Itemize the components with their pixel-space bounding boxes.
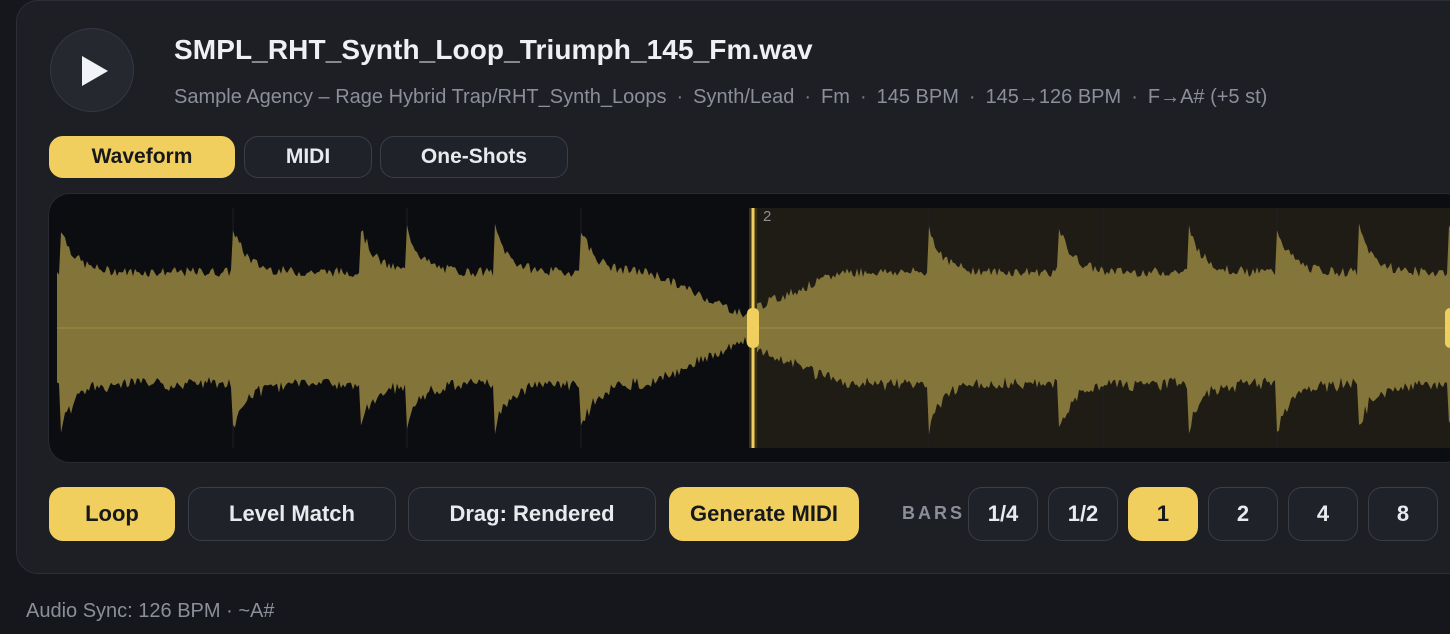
meta-category: Synth/Lead	[693, 86, 795, 108]
meta-separator: ·	[1131, 86, 1138, 108]
play-icon	[82, 56, 108, 86]
meta-source: Sample Agency – Rage Hybrid Trap/RHT_Syn…	[174, 86, 667, 108]
bars-option-4[interactable]: 4	[1288, 487, 1358, 541]
loop-start-handle[interactable]	[747, 308, 759, 348]
tab-midi[interactable]: MIDI	[244, 136, 372, 178]
meta-transpose: F→A# (+5 st)	[1147, 86, 1268, 108]
meta-separator: ·	[804, 86, 812, 108]
meta-bpm: 145 BPM	[876, 86, 959, 108]
drag-rendered-button[interactable]: Drag: Rendered	[408, 487, 656, 541]
bars-option-8[interactable]: 8	[1368, 487, 1438, 541]
waveform-display[interactable]: 2	[48, 193, 1450, 463]
bars-label: BARS	[902, 503, 966, 523]
meta-key: Fm	[821, 86, 850, 108]
loop-button[interactable]: Loop	[49, 487, 175, 541]
tab-waveform[interactable]: Waveform	[49, 136, 235, 178]
file-metadata: Sample Agency – Rage Hybrid Trap/RHT_Syn…	[174, 86, 1267, 109]
bars-option-half[interactable]: 1/2	[1048, 487, 1118, 541]
waveform-canvas[interactable]	[49, 194, 1450, 463]
tab-one-shots[interactable]: One-Shots	[380, 136, 568, 178]
bars-option-1[interactable]: 1	[1128, 487, 1198, 541]
bars-option-2[interactable]: 2	[1208, 487, 1278, 541]
meta-separator: ·	[968, 86, 976, 108]
bars-option-quarter[interactable]: 1/4	[968, 487, 1038, 541]
generate-midi-button[interactable]: Generate MIDI	[669, 487, 859, 541]
meta-separator: ·	[859, 86, 867, 108]
loop-end-handle[interactable]	[1445, 308, 1450, 348]
play-button[interactable]	[50, 28, 134, 112]
meta-separator: ·	[676, 86, 684, 108]
level-match-button[interactable]: Level Match	[188, 487, 396, 541]
file-title: SMPL_RHT_Synth_Loop_Triumph_145_Fm.wav	[174, 34, 813, 65]
meta-bpm-sync: 145→126 BPM	[985, 86, 1122, 108]
audio-sync-status: Audio Sync: 126 BPM · ~A#	[26, 600, 275, 622]
bar-marker-label: 2	[763, 208, 772, 225]
